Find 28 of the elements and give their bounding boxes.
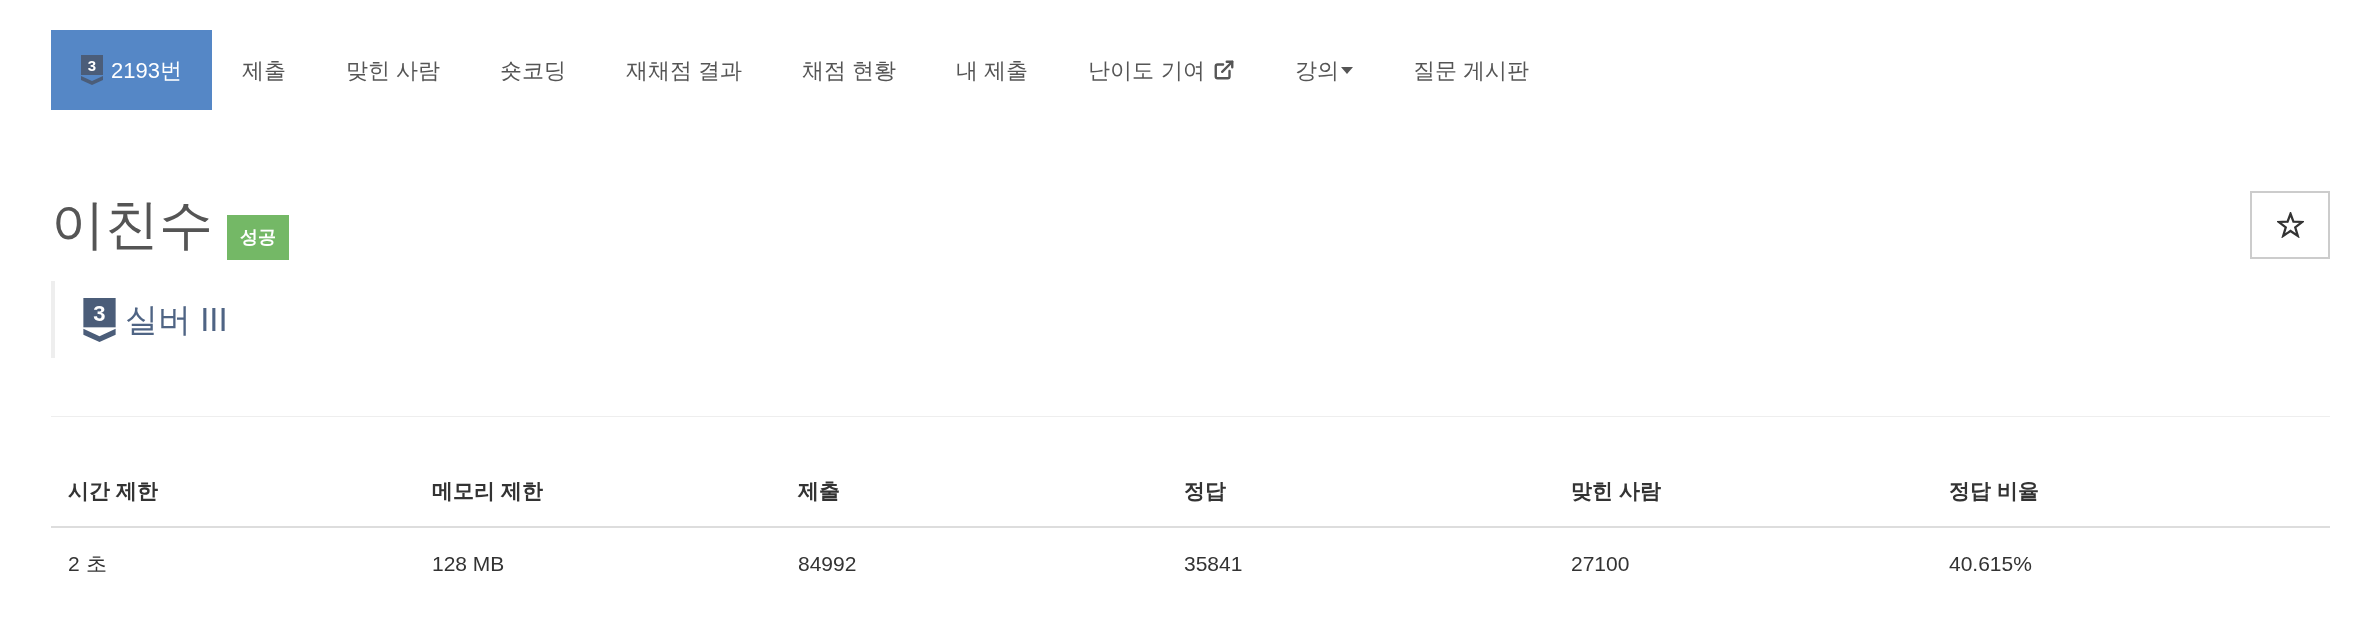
favorite-button[interactable]	[2250, 191, 2330, 259]
nav-tab[interactable]: 제출	[211, 30, 316, 110]
problem-title: 이친수	[51, 193, 213, 256]
nav-tab[interactable]: 난이도 기여	[1058, 30, 1265, 110]
nav-tab[interactable]: 맞힌 사람	[315, 30, 471, 110]
column-header: 정답	[1167, 459, 1554, 527]
nav-tab[interactable]: 숏코딩	[470, 30, 597, 110]
caret-icon	[1340, 66, 1353, 74]
tier-label[interactable]: 실버 III	[125, 294, 228, 345]
table-cell: 2 초	[51, 527, 415, 600]
nav-tab[interactable]: 강의	[1264, 30, 1383, 110]
status-badge: 성공	[227, 215, 289, 260]
column-header: 맞힌 사람	[1554, 459, 1932, 527]
table-cell: 27100	[1554, 527, 1932, 600]
table-cell: 35841	[1167, 527, 1554, 600]
column-header: 메모리 제한	[415, 459, 781, 527]
table-cell: 84992	[781, 527, 1167, 600]
table-cell: 128 MB	[415, 527, 781, 600]
nav-tab[interactable]: 채점 현황	[772, 30, 927, 110]
external-link-icon	[1212, 59, 1235, 81]
column-header: 시간 제한	[51, 459, 415, 527]
nav-tab[interactable]: 질문 게시판	[1382, 30, 1559, 110]
column-header: 제출	[781, 459, 1167, 527]
nav-tab[interactable]: 3 2193번	[51, 30, 212, 110]
table-cell: 40.615%	[1932, 527, 2330, 600]
column-header: 정답 비율	[1932, 459, 2330, 527]
nav-tab[interactable]: 내 제출	[926, 30, 1059, 110]
nav-tab[interactable]: 재채점 결과	[596, 30, 773, 110]
